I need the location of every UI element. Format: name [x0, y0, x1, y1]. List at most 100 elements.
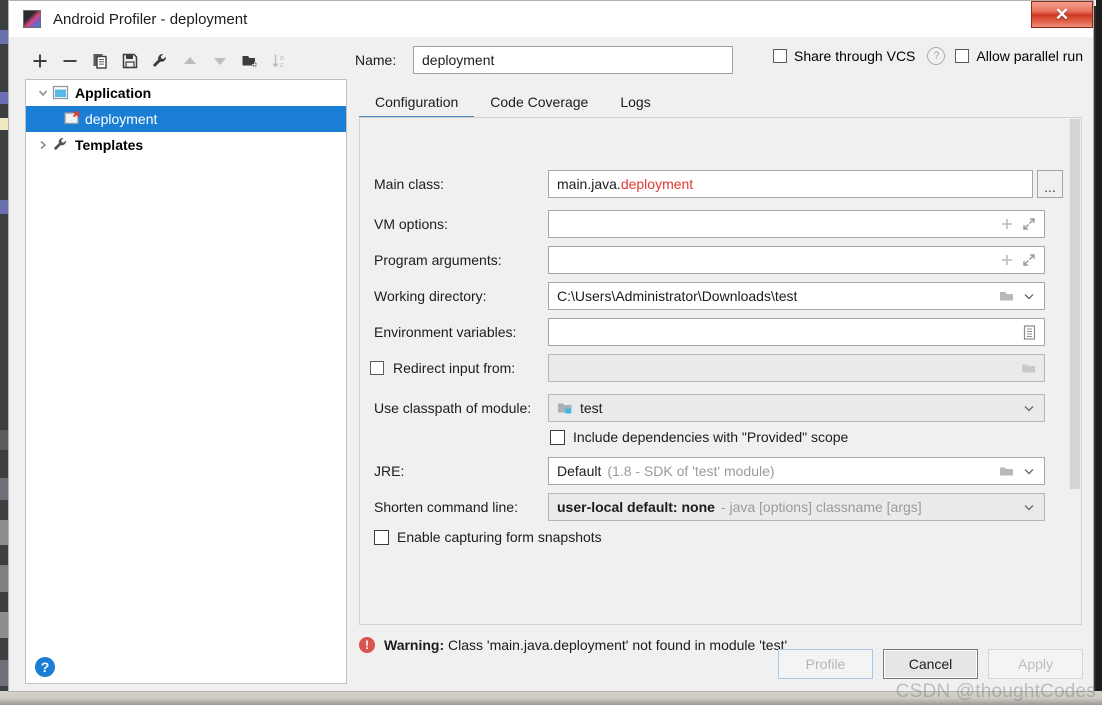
configurations-toolbar: a z: [25, 43, 347, 79]
svg-text:a: a: [280, 55, 284, 62]
warning-message: Class 'main.java.deployment' not found i…: [448, 637, 788, 653]
folder-icon[interactable]: [999, 464, 1014, 478]
help-button[interactable]: ?: [35, 657, 55, 677]
working-directory-value: C:\Users\Administrator\Downloads\test: [557, 288, 798, 304]
profile-button[interactable]: Profile: [778, 649, 873, 679]
chevron-down-icon[interactable]: [1022, 500, 1036, 514]
classpath-module-row: Use classpath of module: test: [360, 394, 1045, 422]
remove-button[interactable]: [55, 46, 85, 76]
shorten-command-line-value: user-local default: none: [557, 499, 715, 515]
tree-node-deployment[interactable]: deployment: [26, 106, 346, 132]
top-options: Share through VCS ? Allow parallel run: [772, 47, 1083, 65]
title-bar: Android Profiler - deployment ✕: [9, 1, 1093, 37]
checkbox-box[interactable]: [955, 49, 970, 63]
run-configurations-dialog: Android Profiler - deployment ✕ a z Appl…: [8, 0, 1094, 692]
sort-az-icon: a z: [272, 54, 284, 69]
chevron-down-icon[interactable]: [1022, 401, 1036, 415]
main-class-input[interactable]: main.java. deployment: [548, 170, 1033, 198]
svg-text:z: z: [280, 62, 284, 69]
shorten-command-line-icons: [1022, 500, 1040, 514]
tree-node-application[interactable]: Application: [26, 80, 346, 106]
checkbox-box[interactable]: [772, 49, 787, 63]
configuration-editor-panel: Name: Share through VCS ? Allow parallel…: [355, 37, 1083, 691]
insert-macro-icon[interactable]: [1000, 217, 1014, 231]
error-circle-icon: !: [359, 637, 375, 653]
tree-node-label: Templates: [75, 137, 144, 153]
close-button[interactable]: ✕: [1031, 1, 1093, 28]
apply-button[interactable]: Apply: [988, 649, 1083, 679]
tab-code-coverage[interactable]: Code Coverage: [474, 87, 604, 119]
classpath-module-combo[interactable]: test: [548, 394, 1045, 422]
form-snapshots-label: Enable capturing form snapshots: [397, 529, 602, 545]
add-button[interactable]: [25, 46, 55, 76]
vm-options-row: VM options:: [360, 210, 1045, 238]
checkbox-box[interactable]: [374, 529, 389, 545]
expand-icon[interactable]: [1022, 217, 1036, 231]
chevron-right-icon[interactable]: [34, 136, 52, 154]
classpath-module-value: test: [580, 400, 603, 416]
environment-variables-input[interactable]: [548, 318, 1045, 346]
share-through-vcs-checkbox[interactable]: Share through VCS: [772, 48, 915, 64]
chevron-down-icon[interactable]: [1022, 289, 1036, 303]
tab-logs[interactable]: Logs: [604, 87, 666, 119]
program-arguments-input[interactable]: [548, 246, 1045, 274]
sort-button[interactable]: a z: [265, 46, 295, 76]
wrench-icon: [153, 54, 166, 67]
tree-node-templates[interactable]: Templates: [26, 132, 346, 158]
folder-icon[interactable]: [999, 289, 1014, 303]
redirect-input-icons: [1021, 361, 1040, 375]
expand-icon[interactable]: [1022, 253, 1036, 267]
main-class-label: Main class:: [374, 176, 445, 192]
program-arguments-label: Program arguments:: [374, 252, 502, 268]
save-icon: [122, 53, 138, 69]
env-list-icon[interactable]: [1023, 324, 1036, 340]
vm-options-input[interactable]: [548, 210, 1045, 238]
save-button[interactable]: [115, 46, 145, 76]
wrench-icon: [52, 136, 70, 154]
include-provided-checkbox[interactable]: Include dependencies with "Provided" sco…: [550, 429, 848, 445]
working-directory-input[interactable]: C:\Users\Administrator\Downloads\test: [548, 282, 1045, 310]
redirect-input-checkbox[interactable]: Redirect input from:: [360, 360, 548, 376]
cancel-button[interactable]: Cancel: [883, 649, 978, 679]
tab-configuration[interactable]: Configuration: [359, 87, 475, 119]
chevron-down-icon[interactable]: [1022, 464, 1036, 478]
allow-parallel-run-label: Allow parallel run: [976, 48, 1083, 64]
application-node-icon: [52, 84, 70, 102]
help-circle-icon[interactable]: ?: [927, 47, 946, 65]
name-label: Name:: [355, 52, 397, 68]
shorten-command-line-combo[interactable]: user-local default: none - java [options…: [548, 493, 1045, 521]
new-folder-icon: [242, 56, 257, 67]
main-class-row: Main class: main.java. deployment ...: [360, 170, 1063, 198]
insert-macro-icon[interactable]: [1000, 253, 1014, 267]
configurations-tree[interactable]: Application deployment Templates: [25, 79, 347, 684]
checkbox-box[interactable]: [550, 429, 565, 445]
move-up-button[interactable]: [175, 46, 205, 76]
background-bottom-strip: [0, 691, 1102, 705]
form-snapshots-checkbox[interactable]: Enable capturing form snapshots: [374, 529, 602, 545]
copy-icon: [93, 54, 107, 69]
main-class-browse-button[interactable]: ...: [1037, 170, 1063, 198]
jre-value-detail: (1.8 - SDK of 'test' module): [607, 463, 775, 479]
folder-icon[interactable]: [1021, 361, 1036, 375]
new-folder-button[interactable]: [235, 46, 265, 76]
vm-options-label: VM options:: [374, 216, 448, 232]
arrow-up-icon: [184, 57, 196, 64]
close-icon: ✕: [1054, 4, 1070, 24]
tree-node-label: Application: [75, 85, 152, 101]
config-scrollbar[interactable]: [1070, 119, 1080, 489]
plus-icon: [33, 54, 47, 68]
copy-button[interactable]: [85, 46, 115, 76]
name-input[interactable]: [413, 46, 733, 74]
working-directory-label: Working directory:: [374, 288, 487, 304]
chevron-down-icon[interactable]: [34, 84, 52, 102]
dialog-body: a z Application deployment Templates Nam…: [9, 37, 1093, 691]
jre-combo[interactable]: Default (1.8 - SDK of 'test' module): [548, 457, 1045, 485]
checkbox-box[interactable]: [370, 361, 384, 375]
redirect-input-field[interactable]: [548, 354, 1045, 382]
edit-templates-button[interactable]: [145, 46, 175, 76]
allow-parallel-run-checkbox[interactable]: Allow parallel run: [955, 48, 1083, 64]
environment-variables-label: Environment variables:: [374, 324, 517, 340]
move-down-button[interactable]: [205, 46, 235, 76]
working-directory-row: Working directory: C:\Users\Administrato…: [360, 282, 1045, 310]
minus-icon: [63, 60, 77, 62]
